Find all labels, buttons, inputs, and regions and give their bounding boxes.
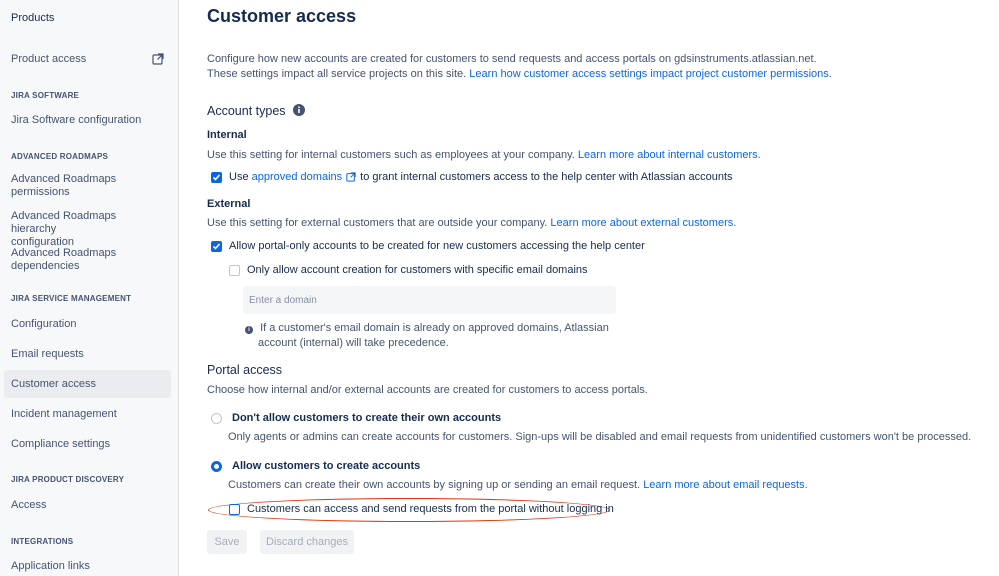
sidebar-section-advanced-roadmaps: ADVANCED ROADMAPS xyxy=(11,152,109,161)
sidebar-item-email-requests[interactable]: Email requests xyxy=(4,348,171,361)
internal-learn-more-link[interactable]: Learn more about internal customers. xyxy=(578,149,761,161)
sidebar-item-advanced-roadmaps-dependencies[interactable]: Advanced Roadmaps dependencies xyxy=(4,247,171,273)
sidebar-item-access[interactable]: Access xyxy=(4,499,171,512)
check-icon xyxy=(212,173,221,181)
sidebar-item-label-line1: Advanced Roadmaps hierarchy xyxy=(11,210,117,235)
portal-only-label: Allow portal-only accounts to be created… xyxy=(229,240,645,252)
domain-input[interactable]: Enter a domain xyxy=(243,286,616,314)
external-heading: External xyxy=(207,198,251,210)
sidebar-section-integrations: INTEGRATIONS xyxy=(11,537,74,546)
settings-sidebar: Products Product access JIRA SOFTWARE Ji… xyxy=(0,0,179,576)
account-types-heading: Account types xyxy=(207,104,305,118)
allow-desc-text: Customers can create their own accounts … xyxy=(228,479,641,491)
check-icon xyxy=(212,242,221,250)
sidebar-item-label: Product access xyxy=(11,53,87,65)
domain-info-line2: account (internal) will take precedence. xyxy=(258,337,449,349)
option-allow-row: Allow customers to create accounts xyxy=(211,460,420,472)
account-types-label: Account types xyxy=(207,104,286,118)
allow-label: Allow customers to create accounts xyxy=(232,460,421,472)
option-disallow-row: Don't allow customers to create their ow… xyxy=(211,412,501,424)
sidebar-item-label-line2: dependencies xyxy=(11,260,80,272)
sidebar-item-label-line1: Advanced Roadmaps xyxy=(11,173,117,185)
external-learn-more-link[interactable]: Learn more about external customers. xyxy=(550,217,736,229)
sidebar-item-compliance-settings[interactable]: Compliance settings xyxy=(4,438,171,451)
approved-domains-checkbox[interactable] xyxy=(211,171,222,183)
anonymous-access-label: Customers can access and send requests f… xyxy=(247,503,614,515)
sidebar-item-label: Customer access xyxy=(11,377,96,390)
specific-domains-row: Only allow account creation for customer… xyxy=(229,264,588,276)
sidebar-item-customer-access[interactable]: Customer access xyxy=(4,370,171,398)
disallow-radio[interactable] xyxy=(211,412,222,424)
allow-radio[interactable] xyxy=(211,460,222,472)
external-link-icon[interactable] xyxy=(152,53,164,65)
sidebar-item-application-links[interactable]: Application links xyxy=(4,560,171,573)
internal-desc: Use this setting for internal customers … xyxy=(207,148,761,163)
sidebar-item-advanced-roadmaps-permissions[interactable]: Advanced Roadmaps permissions xyxy=(4,173,171,199)
approved-domains-post: to grant internal customers access to th… xyxy=(360,171,733,183)
sidebar-item-configuration[interactable]: Configuration xyxy=(4,318,171,331)
internal-desc-text: Use this setting for internal customers … xyxy=(207,149,575,161)
sidebar-section-jira-service-management: JIRA SERVICE MANAGEMENT xyxy=(11,294,132,303)
email-requests-learn-more-link[interactable]: Learn more about email requests. xyxy=(643,479,807,491)
portal-only-row: Allow portal-only accounts to be created… xyxy=(211,240,645,252)
sidebar-item-advanced-roadmaps-hierarchy[interactable]: Advanced Roadmaps hierarchy configuratio… xyxy=(4,210,171,249)
anonymous-access-checkbox[interactable] xyxy=(229,503,240,515)
intro-line-2: These settings impact all service projec… xyxy=(207,67,832,82)
info-icon: i xyxy=(245,326,253,334)
sidebar-item-incident-management[interactable]: Incident management xyxy=(4,408,171,421)
sidebar-section-jira-product-discovery: JIRA PRODUCT DISCOVERY xyxy=(11,475,125,484)
external-desc-text: Use this setting for external customers … xyxy=(207,217,548,229)
page-title: Customer access xyxy=(207,6,357,26)
portal-only-checkbox[interactable] xyxy=(211,240,222,252)
domain-info-note: i If a customer's email domain is alread… xyxy=(245,321,609,336)
intro-text: These settings impact all service projec… xyxy=(207,68,467,80)
anonymous-access-row: Customers can access and send requests f… xyxy=(229,503,614,515)
approved-domains-row: Use approved domains to grant internal c… xyxy=(211,171,733,183)
intro-line-1: Configure how new accounts are created f… xyxy=(207,53,817,65)
info-icon[interactable] xyxy=(293,104,305,116)
sidebar-item-label-line2: permissions xyxy=(11,186,70,198)
disallow-label: Don't allow customers to create their ow… xyxy=(232,412,502,424)
external-desc: Use this setting for external customers … xyxy=(207,216,736,231)
learn-customer-access-link[interactable]: Learn how customer access settings impac… xyxy=(469,68,832,80)
approved-domains-pre: Use xyxy=(229,171,249,183)
approved-domains-link[interactable]: approved domains xyxy=(252,171,343,183)
specific-domains-label: Only allow account creation for customer… xyxy=(247,264,588,276)
discard-changes-button[interactable]: Discard changes xyxy=(260,530,354,554)
sidebar-item-product-access[interactable]: Product access xyxy=(4,53,171,66)
sidebar-item-jira-software-configuration[interactable]: Jira Software configuration xyxy=(4,114,171,127)
portal-access-desc: Choose how internal and/or external acco… xyxy=(207,384,648,396)
disallow-desc: Only agents or admins can create account… xyxy=(228,431,972,443)
sidebar-section-jira-software: JIRA SOFTWARE xyxy=(11,91,80,100)
domain-info-line1: If a customer's email domain is already … xyxy=(260,322,609,334)
portal-access-heading: Portal access xyxy=(207,363,283,377)
external-link-icon[interactable] xyxy=(346,172,356,182)
allow-desc: Customers can create their own accounts … xyxy=(228,478,808,493)
save-button[interactable]: Save xyxy=(207,530,247,554)
sidebar-products-title: Products xyxy=(11,12,55,24)
specific-domains-checkbox[interactable] xyxy=(229,264,240,276)
sidebar-item-label-line1: Advanced Roadmaps xyxy=(11,247,117,259)
internal-heading: Internal xyxy=(207,129,247,141)
